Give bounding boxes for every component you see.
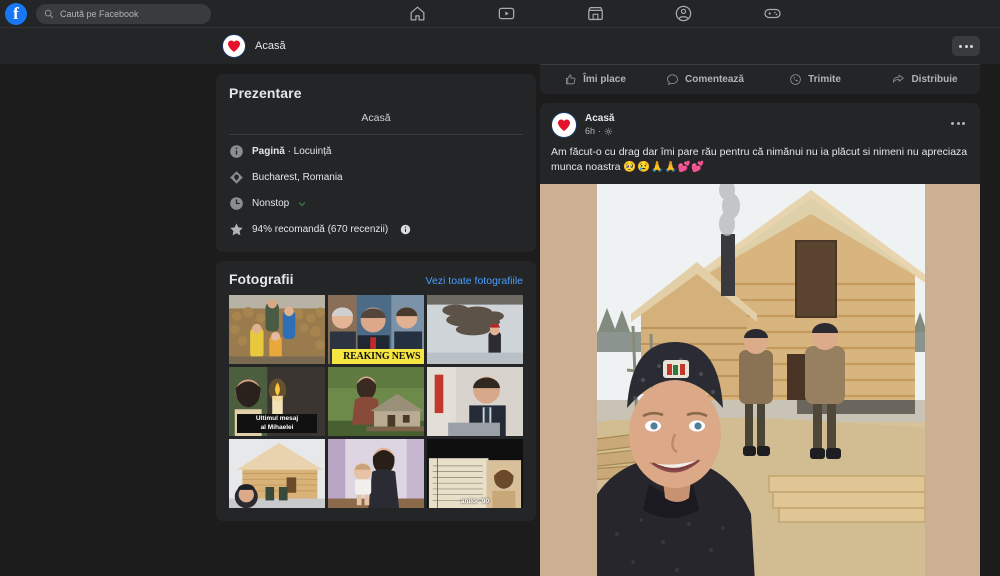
top-navigation-bar: f Caută pe Facebook <box>0 0 1000 28</box>
intro-category-text: Pagină · Locuință <box>252 146 332 157</box>
post-text: Am făcut-o cu drag dar îmi pare rău pent… <box>540 138 980 184</box>
thumb-art <box>328 367 424 437</box>
avatar[interactable] <box>222 34 246 58</box>
facebook-logo-icon[interactable]: f <box>5 2 27 25</box>
photo-candle-woman[interactable]: Ultimul mesaj al Mihaelei <box>229 367 325 437</box>
marketplace-icon[interactable] <box>586 4 605 23</box>
share-label: Distribuie <box>911 74 958 85</box>
search-input[interactable]: Caută pe Facebook <box>36 3 211 24</box>
gaming-icon[interactable] <box>763 4 782 23</box>
thumb-art <box>328 439 424 509</box>
post-media[interactable] <box>540 183 980 576</box>
photo-caption: anilor '90 <box>460 498 490 506</box>
dot <box>959 44 962 48</box>
star-icon <box>230 223 243 236</box>
send-button[interactable]: Trimite <box>760 73 870 86</box>
dot <box>964 44 968 48</box>
chevron-down-icon[interactable] <box>298 200 306 208</box>
photos-card: Fotografii Vezi toate fotografiile REAKI… <box>216 261 536 522</box>
heart-icon <box>558 119 570 131</box>
info-icon <box>230 145 243 158</box>
photo-woman-baby[interactable] <box>328 439 424 509</box>
see-all-photos-link[interactable]: Vezi toate fotografiile <box>426 275 523 287</box>
post-avatar[interactable] <box>551 112 577 138</box>
page-more-options-button[interactable] <box>952 36 980 56</box>
photo-art <box>597 183 925 576</box>
intro-row-hours[interactable]: Nonstop <box>229 190 523 216</box>
page-title: Acasă <box>255 40 286 52</box>
photos-title: Fotografii <box>229 271 294 287</box>
comment-label: Comentează <box>685 74 744 85</box>
intro-row-location[interactable]: Bucharest, Romania <box>229 164 523 190</box>
home-icon[interactable] <box>408 4 427 23</box>
post-text-emoji: 🥺😢🙏🙏💕💕 <box>623 160 705 173</box>
post-meta: Acasă 6h · <box>585 112 614 136</box>
watch-icon[interactable] <box>497 4 516 23</box>
dot <box>970 44 973 48</box>
send-label: Trimite <box>808 74 841 85</box>
search-placeholder: Caută pe Facebook <box>60 8 139 19</box>
post-more-options-button[interactable] <box>947 112 969 134</box>
thumb-art <box>427 295 523 365</box>
post-author-name[interactable]: Acasă <box>585 112 614 125</box>
page-identity[interactable]: Acasă <box>222 28 286 64</box>
post-text-body: Am făcut-o cu drag dar îmi pare rău pent… <box>551 146 968 173</box>
thumb-art <box>229 295 325 365</box>
post-action-bar: Îmi place Comentează Trimite Distribuie <box>540 64 980 94</box>
left-column: Prezentare Acasă Pagină · Locuință Bucha… <box>216 74 536 522</box>
photo-politician-podium[interactable] <box>427 367 523 437</box>
photos-grid: REAKING NEWS Ultimul mesaj al Mihaelei a… <box>216 295 536 521</box>
log-cabin-construction-selfie[interactable] <box>597 183 925 576</box>
share-button[interactable]: Distribuie <box>870 73 980 86</box>
photo-sheep-snow[interactable] <box>427 295 523 365</box>
post-card: Acasă 6h · Am făcut-o cu drag dar îmi pa… <box>540 103 980 576</box>
thumb-art <box>427 367 523 437</box>
divider <box>229 134 523 135</box>
intro-card: Prezentare Acasă Pagină · Locuință Bucha… <box>216 74 536 252</box>
info-icon[interactable] <box>400 224 411 235</box>
intro-page-name: Acasă <box>361 112 391 124</box>
intro-row-category[interactable]: Pagină · Locuință <box>229 138 523 164</box>
post-header: Acasă 6h · <box>540 103 980 138</box>
comment-icon <box>667 74 678 86</box>
search-icon <box>44 9 54 18</box>
post-timestamp[interactable]: 6h <box>585 126 595 136</box>
thumb-art <box>229 439 325 509</box>
post-timestamp-row: 6h · <box>585 126 614 136</box>
groups-icon[interactable] <box>674 4 693 23</box>
send-icon <box>790 74 801 85</box>
dot <box>956 121 960 125</box>
intro-hours-text: Nonstop <box>252 198 290 209</box>
main-nav-icons <box>390 0 800 27</box>
page-header-strip: Acasă <box>0 28 1000 64</box>
like-button[interactable]: Îmi place <box>540 73 650 86</box>
photo-notebook-90s[interactable]: anilor '90 <box>427 439 523 509</box>
breaking-news-banner: REAKING NEWS <box>331 348 424 365</box>
photos-card-header: Fotografii Vezi toate fotografiile <box>216 261 536 295</box>
location-icon <box>230 171 243 184</box>
intro-location-text: Bucharest, Romania <box>252 172 343 183</box>
intro-rating-text: 94% recomandă (670 recenzii) <box>252 224 389 235</box>
intro-title: Prezentare <box>229 85 302 101</box>
intro-row-rating[interactable]: 94% recomandă (670 recenzii) <box>229 216 523 242</box>
like-label: Îmi place <box>583 74 626 85</box>
heart-icon <box>228 40 240 52</box>
right-column-feed: Îmi place Comentează Trimite Distribuie <box>540 64 980 576</box>
thumbs-up-icon <box>566 74 576 85</box>
photo-caption: Ultimul mesaj al Mihaelei <box>236 414 318 434</box>
photo-family-potatoes[interactable] <box>229 295 325 365</box>
dot <box>962 121 965 125</box>
gear-icon[interactable] <box>604 127 613 136</box>
dot <box>951 121 954 125</box>
share-icon <box>893 74 905 83</box>
clock-icon <box>230 197 243 210</box>
photo-politicians-news[interactable]: REAKING NEWS <box>328 295 424 365</box>
photo-wooden-cabin-selfie[interactable] <box>229 439 325 509</box>
photo-girl-stone-house[interactable] <box>328 367 424 437</box>
comment-button[interactable]: Comentează <box>650 73 760 86</box>
separator: · <box>598 126 602 136</box>
